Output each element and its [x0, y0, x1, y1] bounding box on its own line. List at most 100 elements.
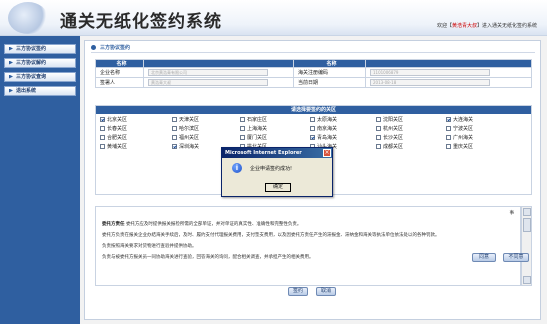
- agreement-paragraph: 负责按照海关要求对货物进行查验并提供协助。: [102, 244, 197, 249]
- column-header: 名称: [293, 59, 366, 68]
- checkbox[interactable]: [240, 117, 245, 122]
- customs-option[interactable]: 深圳海关: [172, 143, 199, 150]
- checkbox[interactable]: [376, 126, 381, 131]
- company-name-field[interactable]: 北京黄浩青有限公司: [148, 69, 268, 76]
- app-title: 通关无纸化签约系统: [60, 12, 222, 32]
- customs-option-label: 成都关区: [383, 144, 404, 150]
- checkbox[interactable]: [100, 144, 105, 149]
- checkbox[interactable]: [310, 135, 315, 140]
- customs-option[interactable]: 福州关区: [172, 134, 199, 141]
- checkbox[interactable]: [376, 117, 381, 122]
- customs-option[interactable]: 哈尔滨区: [172, 125, 199, 132]
- customs-option-label: 厦门关区: [247, 135, 268, 141]
- app-header: 通关无纸化签约系统 欢迎【黄浩青大叔】进入通关无纸化签约系统: [0, 0, 547, 36]
- customs-option[interactable]: 成都关区: [376, 143, 403, 150]
- scroll-down-icon[interactable]: [523, 276, 531, 284]
- logo-emblem: [8, 2, 48, 34]
- agreement-scrollbar[interactable]: [521, 206, 532, 286]
- customs-option-label: 杭州关区: [383, 126, 404, 132]
- checkbox[interactable]: [172, 117, 177, 122]
- customs-option[interactable]: 大连海关: [446, 116, 473, 123]
- company-info-table: 名称 名称 企业名称 北京黄浩青有限公司 海关注册编码 1101006879 签…: [95, 59, 532, 88]
- welcome-user: 黄浩青大叔: [451, 23, 477, 29]
- customs-option[interactable]: 天津关区: [172, 116, 199, 123]
- customs-option-label: 黄埔关区: [107, 144, 128, 150]
- agreement-title: 事: [509, 211, 515, 216]
- customs-option-label: 福州关区: [179, 135, 200, 141]
- ok-button[interactable]: 确定: [265, 183, 291, 192]
- sidebar-item-sign[interactable]: 三方协议签约: [4, 44, 76, 54]
- field-label: 海关注册编码: [293, 67, 366, 78]
- checkbox[interactable]: [376, 144, 381, 149]
- customs-option-label: 长春关区: [107, 126, 128, 132]
- sidebar-item-label: 退出系统: [16, 88, 37, 94]
- checkbox[interactable]: [240, 135, 245, 140]
- customs-option[interactable]: 厦门关区: [240, 134, 267, 141]
- customs-option-label: 北京关区: [107, 117, 128, 123]
- customs-option[interactable]: 合肥关区: [100, 134, 127, 141]
- customs-option[interactable]: 石家庄区: [240, 116, 267, 123]
- customs-option-label: 南京海关: [317, 126, 338, 132]
- arrow-right-icon: [9, 88, 13, 93]
- customs-option[interactable]: 重庆关区: [446, 143, 473, 150]
- customs-option-label: 宁波关区: [453, 126, 474, 132]
- customs-option[interactable]: 杭州关区: [376, 125, 403, 132]
- customs-option-label: 广州海关: [453, 135, 474, 141]
- field-label: 企业名称: [95, 67, 144, 78]
- disagree-button[interactable]: 不同意: [503, 253, 529, 262]
- checkbox[interactable]: [376, 135, 381, 140]
- arrow-right-icon: [9, 46, 13, 51]
- table-header-row: 名称 名称: [95, 59, 532, 68]
- column-header: 名称: [95, 59, 144, 68]
- bullet-icon: [91, 45, 96, 50]
- customs-option-label: 太原海关: [317, 117, 338, 123]
- sidebar-item-query[interactable]: 三方协议查询: [4, 72, 76, 82]
- scroll-thumb[interactable]: [523, 218, 531, 232]
- customs-option[interactable]: 宁波关区: [446, 125, 473, 132]
- sidebar-item-terminate[interactable]: 三方协议解约: [4, 58, 76, 68]
- customs-option[interactable]: 北京关区: [100, 116, 127, 123]
- current-date-field[interactable]: 2013-08-18: [370, 79, 490, 86]
- customs-option[interactable]: 南京海关: [310, 125, 337, 132]
- customs-option-label: 哈尔滨区: [179, 126, 200, 132]
- signer-field[interactable]: 黄浩青大叔: [148, 79, 268, 86]
- customs-option[interactable]: 太原海关: [310, 116, 337, 123]
- checkbox[interactable]: [172, 135, 177, 140]
- customs-option[interactable]: 黄埔关区: [100, 143, 127, 150]
- sidebar-item-exit[interactable]: 退出系统: [4, 86, 76, 96]
- customs-option[interactable]: 沈阳关区: [376, 116, 403, 123]
- checkbox[interactable]: [100, 126, 105, 131]
- customs-option[interactable]: 长沙关区: [376, 134, 403, 141]
- customs-option-label: 深圳海关: [179, 144, 200, 150]
- customs-option-label: 沈阳关区: [383, 117, 404, 123]
- checkbox[interactable]: [446, 117, 451, 122]
- customs-option[interactable]: 广州海关: [446, 134, 473, 141]
- checkbox[interactable]: [310, 117, 315, 122]
- customs-option[interactable]: 上海海关: [240, 125, 267, 132]
- close-icon[interactable]: ×: [323, 149, 331, 157]
- cancel-button[interactable]: 取消: [316, 287, 336, 296]
- customs-option[interactable]: 青岛海关: [310, 134, 337, 141]
- checkbox[interactable]: [446, 135, 451, 140]
- arrow-right-icon: [9, 60, 13, 65]
- checkbox[interactable]: [172, 126, 177, 131]
- agree-button[interactable]: 同意: [472, 253, 496, 262]
- checkbox[interactable]: [310, 126, 315, 131]
- customs-code-field[interactable]: 1101006879: [370, 69, 490, 76]
- checkbox[interactable]: [240, 126, 245, 131]
- scroll-up-icon[interactable]: [523, 208, 531, 216]
- checkbox[interactable]: [172, 144, 177, 149]
- checkbox[interactable]: [446, 126, 451, 131]
- column-header: [143, 59, 294, 68]
- alert-dialog: Microsoft Internet Explorer × i 企业申请签约成功…: [221, 147, 333, 197]
- sign-button[interactable]: 签约: [288, 287, 308, 296]
- checkbox[interactable]: [446, 144, 451, 149]
- section-title: 三方协议签约: [100, 45, 131, 51]
- customs-option[interactable]: 长春关区: [100, 125, 127, 132]
- customs-option-label: 重庆关区: [453, 144, 474, 150]
- checkbox[interactable]: [100, 135, 105, 140]
- agreement-body: 委托方应及时提供报关报检所需的全部单证，并对单证的真实性、准确性和完整性负责。: [125, 222, 302, 227]
- agreement-paragraph: 委托方负责在报关企业办结海关手续后，及时、履约支付代理报关费用，支付垫支费用，以…: [102, 233, 440, 238]
- agreement-lead: 委托方责任: [102, 222, 125, 227]
- checkbox[interactable]: [100, 117, 105, 122]
